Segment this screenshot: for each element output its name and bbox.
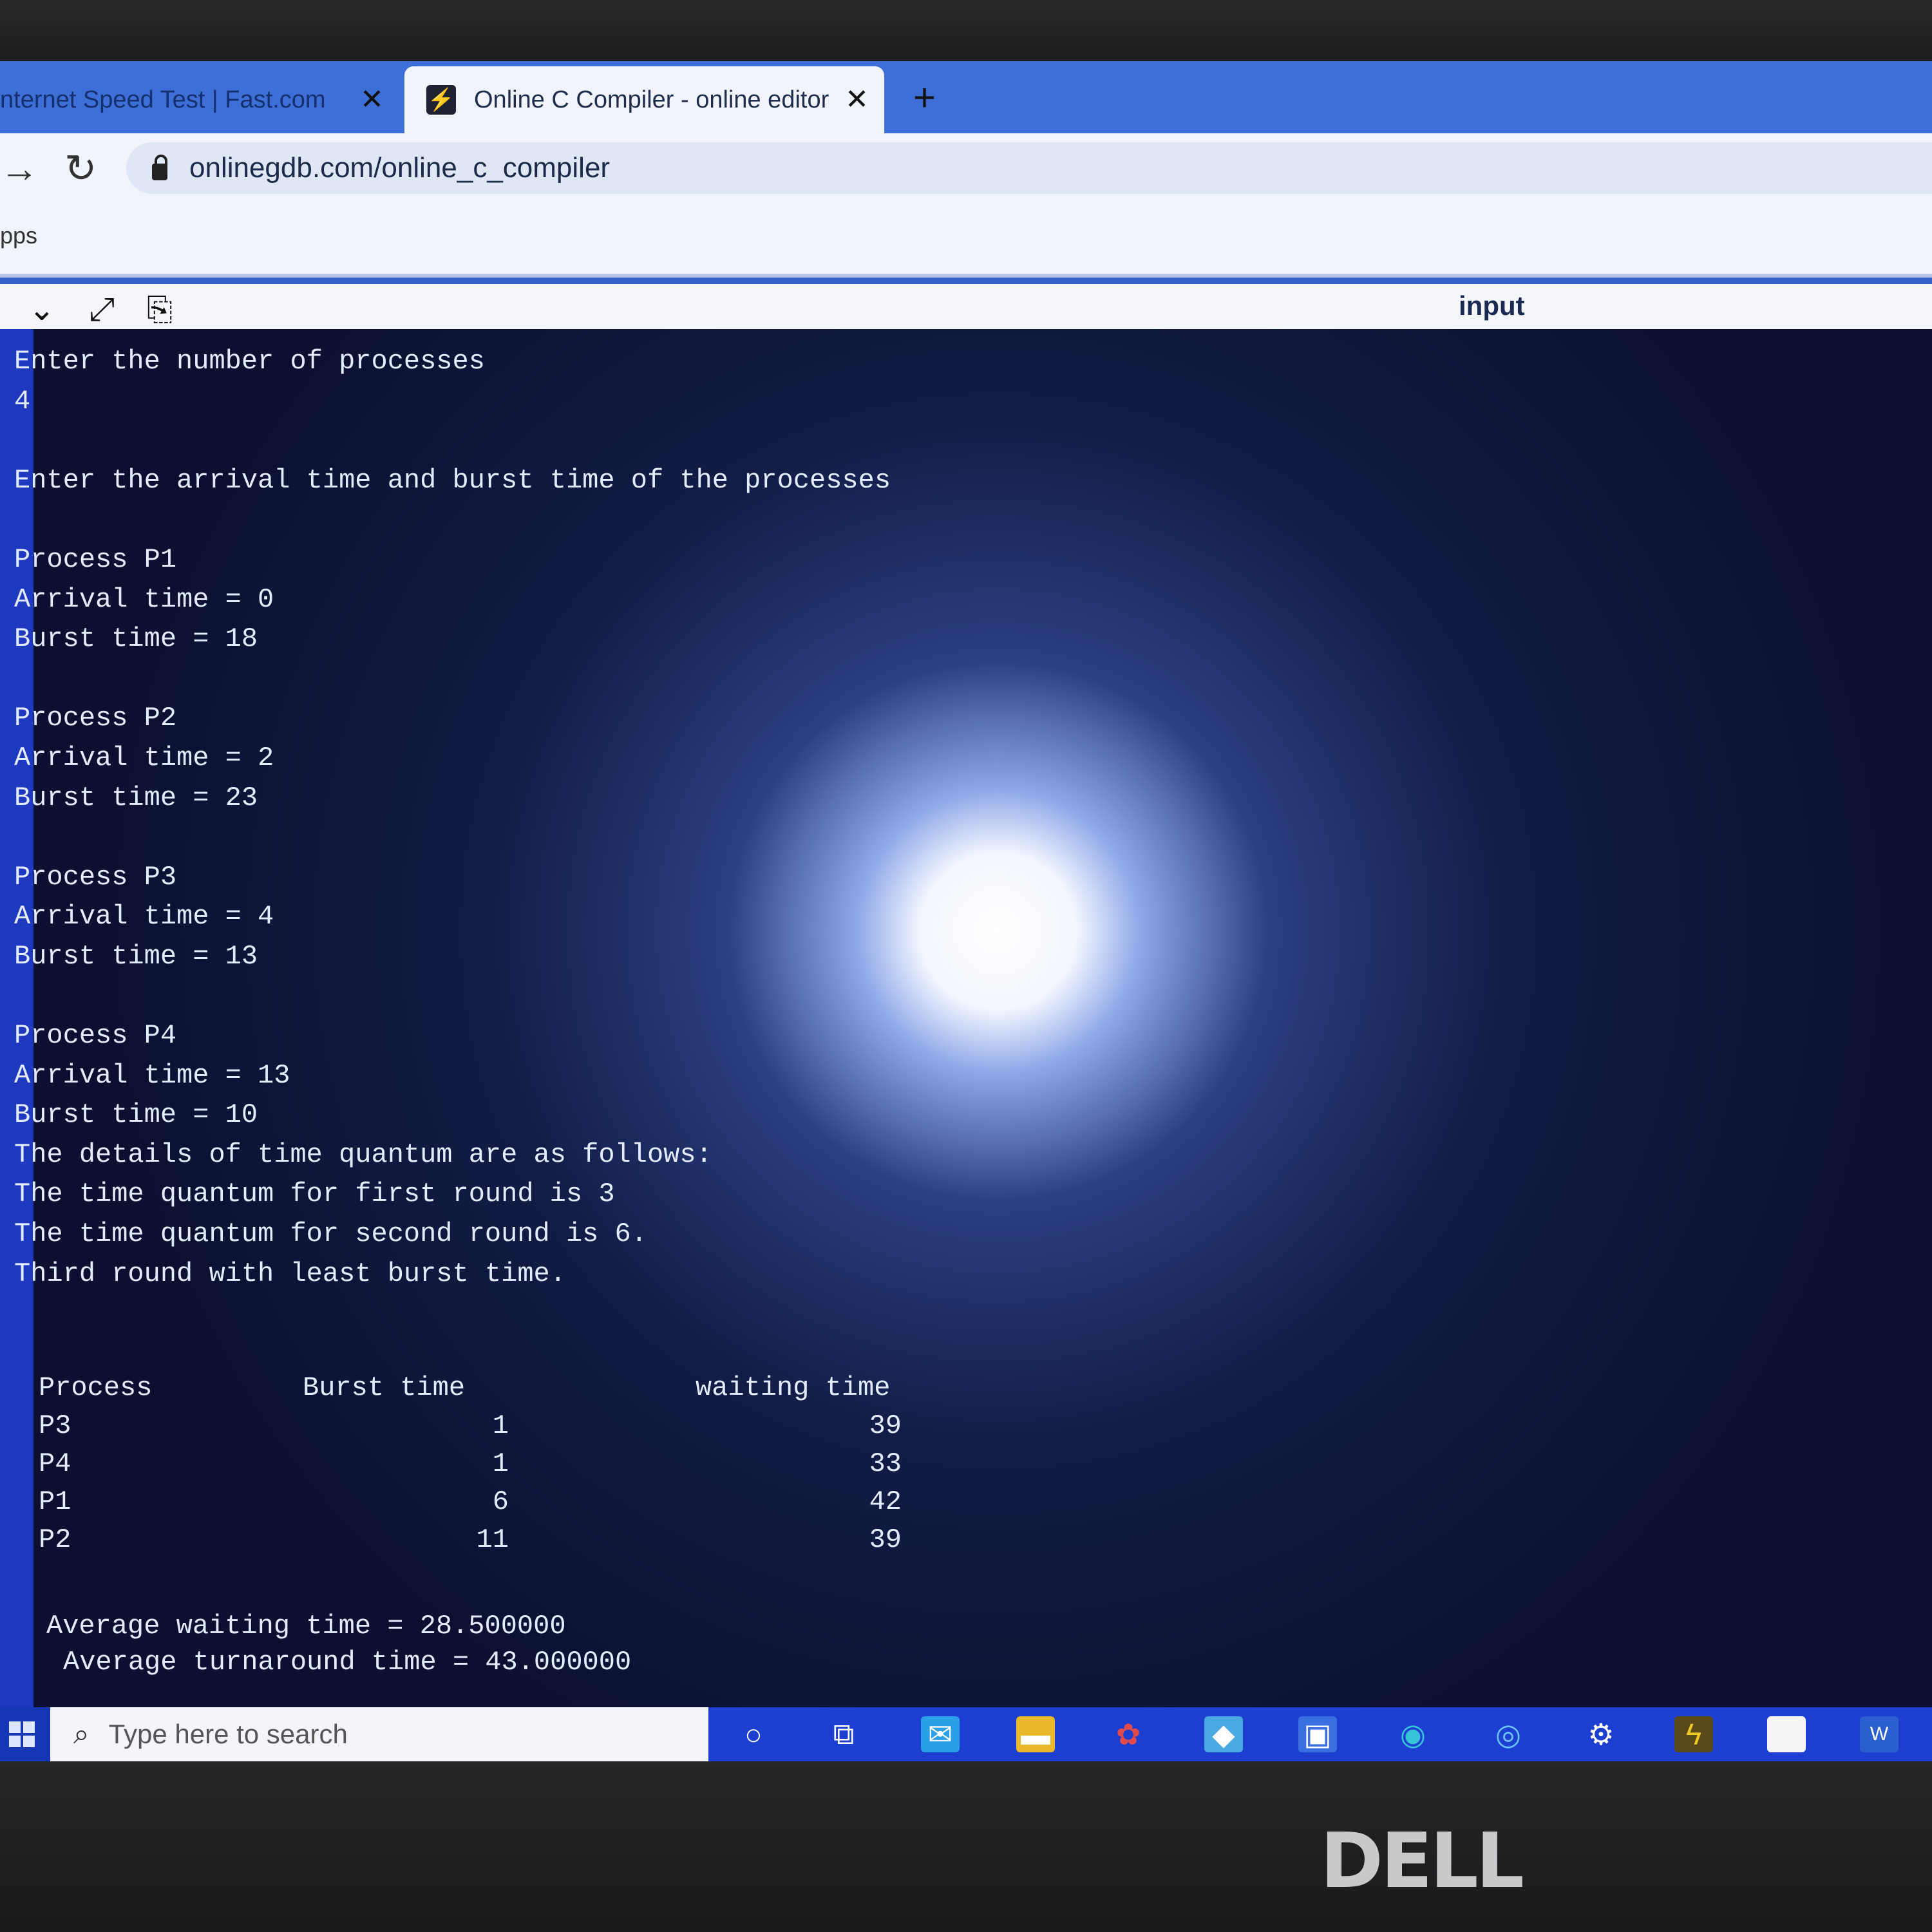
- cell-burst-time: 1: [492, 1448, 509, 1479]
- browser-tab-bar: nternet Speed Test | Fast.com ✕ ⚡ Online…: [0, 61, 1932, 133]
- expand-icon[interactable]: ⤢: [89, 290, 115, 328]
- tab-online-c-compiler[interactable]: ⚡ Online C Compiler - online editor ✕: [404, 66, 884, 133]
- close-tab-icon[interactable]: ✕: [845, 83, 869, 116]
- terminal-line: Enter the number of processes: [14, 346, 485, 377]
- terminal-line: Process P2: [14, 703, 177, 734]
- close-tab-icon[interactable]: ✕: [360, 83, 384, 116]
- file-explorer-icon[interactable]: ▬: [1016, 1716, 1055, 1752]
- cell-process: P1: [39, 1486, 71, 1517]
- edge-icon[interactable]: ◉: [1394, 1716, 1432, 1752]
- mail-icon[interactable]: ✉: [921, 1716, 960, 1752]
- reload-icon[interactable]: ↻: [64, 146, 97, 191]
- terminal-line: Burst time = 13: [14, 940, 258, 972]
- browser-toolbar: → ↻ onlinegdb.com/online_c_compiler: [0, 133, 1932, 203]
- terminal-line: Arrival time = 4: [14, 901, 274, 933]
- terminal-line: The time quantum for first round is 3: [14, 1179, 615, 1210]
- copy-icon[interactable]: ⎘: [147, 290, 173, 328]
- store-icon[interactable]: ▣: [1298, 1716, 1337, 1752]
- tab-title: Online C Compiler - online editor: [474, 86, 829, 113]
- url-text: onlinegdb.com/online_c_compiler: [189, 152, 611, 184]
- bookmarks-bar: pps: [0, 203, 1932, 278]
- terminal-line: Process P4: [14, 1020, 177, 1052]
- chevron-down-icon[interactable]: ⌄: [28, 290, 55, 328]
- cell-waiting-time: 33: [869, 1448, 902, 1479]
- terminal-line: The details of time quantum are as follo…: [14, 1139, 712, 1170]
- cell-burst-time: 1: [492, 1410, 509, 1441]
- tab-title: nternet Speed Test | Fast.com: [0, 86, 326, 113]
- safari-icon[interactable]: ◎: [1489, 1716, 1528, 1752]
- cell-process: P2: [39, 1524, 71, 1555]
- search-icon: ⌕: [73, 1718, 90, 1750]
- lock-icon: [152, 155, 167, 180]
- new-tab-icon[interactable]: +: [913, 75, 936, 120]
- header-burst-time: Burst time: [303, 1372, 466, 1403]
- terminal-line: Enter the arrival time and burst time of…: [14, 464, 891, 496]
- terminal-lines: Enter the number of processes 4 Enter the …: [14, 342, 891, 1294]
- terminal-line: Arrival time = 0: [14, 583, 274, 615]
- photos-icon[interactable]: ✿: [1109, 1716, 1148, 1752]
- terminal-line: Arrival time = 2: [14, 742, 274, 773]
- start-button[interactable]: [0, 1707, 50, 1761]
- monitor-bezel-bottom: [0, 1761, 1932, 1932]
- taskbar-search-box[interactable]: ⌕ Type here to search: [50, 1707, 708, 1761]
- cell-waiting-time: 39: [869, 1524, 902, 1555]
- terminal-line: Third round with least burst time.: [14, 1258, 566, 1289]
- terminal-output[interactable]: Enter the number of processes 4 Enter the …: [0, 329, 1932, 1707]
- cell-burst-time: 11: [476, 1524, 509, 1555]
- bookmark-apps[interactable]: pps: [0, 222, 37, 249]
- onlinegdb-favicon-icon: ⚡: [426, 85, 456, 115]
- cell-waiting-time: 39: [869, 1410, 902, 1441]
- settings-gear-icon[interactable]: ⚙: [1582, 1716, 1620, 1752]
- cell-process: P3: [39, 1410, 71, 1441]
- cell-waiting-time: 42: [869, 1486, 902, 1517]
- terminal-line: Process P1: [14, 544, 177, 575]
- header-process: Process: [39, 1372, 153, 1403]
- terminal-line: The time quantum for second round is 6.: [14, 1218, 647, 1250]
- input-label[interactable]: input: [1459, 290, 1525, 321]
- terminal-line: Arrival time = 13: [14, 1059, 290, 1091]
- terminal-line: Process P3: [14, 861, 177, 893]
- search-placeholder: Type here to search: [108, 1719, 348, 1749]
- average-turnaround-time: Average turnaround time = 43.000000: [63, 1647, 632, 1678]
- terminal-line: 4: [14, 385, 31, 417]
- document-icon[interactable]: [1767, 1716, 1806, 1752]
- sticky-app-icon[interactable]: ϟ: [1674, 1716, 1713, 1752]
- screen: nternet Speed Test | Fast.com ✕ ⚡ Online…: [0, 61, 1932, 1761]
- terminal-line: Burst time = 23: [14, 782, 258, 813]
- forward-arrow-icon[interactable]: →: [0, 146, 39, 191]
- address-bar[interactable]: onlinegdb.com/online_c_compiler: [126, 142, 1932, 194]
- tab-fast-com[interactable]: nternet Speed Test | Fast.com ✕: [0, 66, 399, 133]
- header-waiting-time: waiting time: [696, 1372, 891, 1403]
- terminal-line: Burst time = 10: [14, 1099, 258, 1131]
- cell-burst-time: 6: [492, 1486, 509, 1517]
- cell-process: P4: [39, 1448, 71, 1479]
- average-waiting-time: Average waiting time = 28.500000: [46, 1611, 566, 1642]
- windows-taskbar: ⌕ Type here to search ○ ⧉ ✉ ▬ ✿ ◆ ▣ ◉ ◎ …: [0, 1707, 1932, 1761]
- app-icon[interactable]: ◆: [1204, 1716, 1243, 1752]
- word-icon[interactable]: W: [1860, 1716, 1899, 1752]
- monitor-bezel-top: [0, 0, 1932, 61]
- cortana-icon[interactable]: ○: [734, 1716, 773, 1752]
- dell-logo: DELL: [1320, 1816, 1524, 1905]
- task-view-icon[interactable]: ⧉: [824, 1716, 863, 1752]
- terminal-line: Burst time = 18: [14, 623, 258, 655]
- io-panel-header: ⌄ ⤢ ⎘ input: [0, 278, 1932, 336]
